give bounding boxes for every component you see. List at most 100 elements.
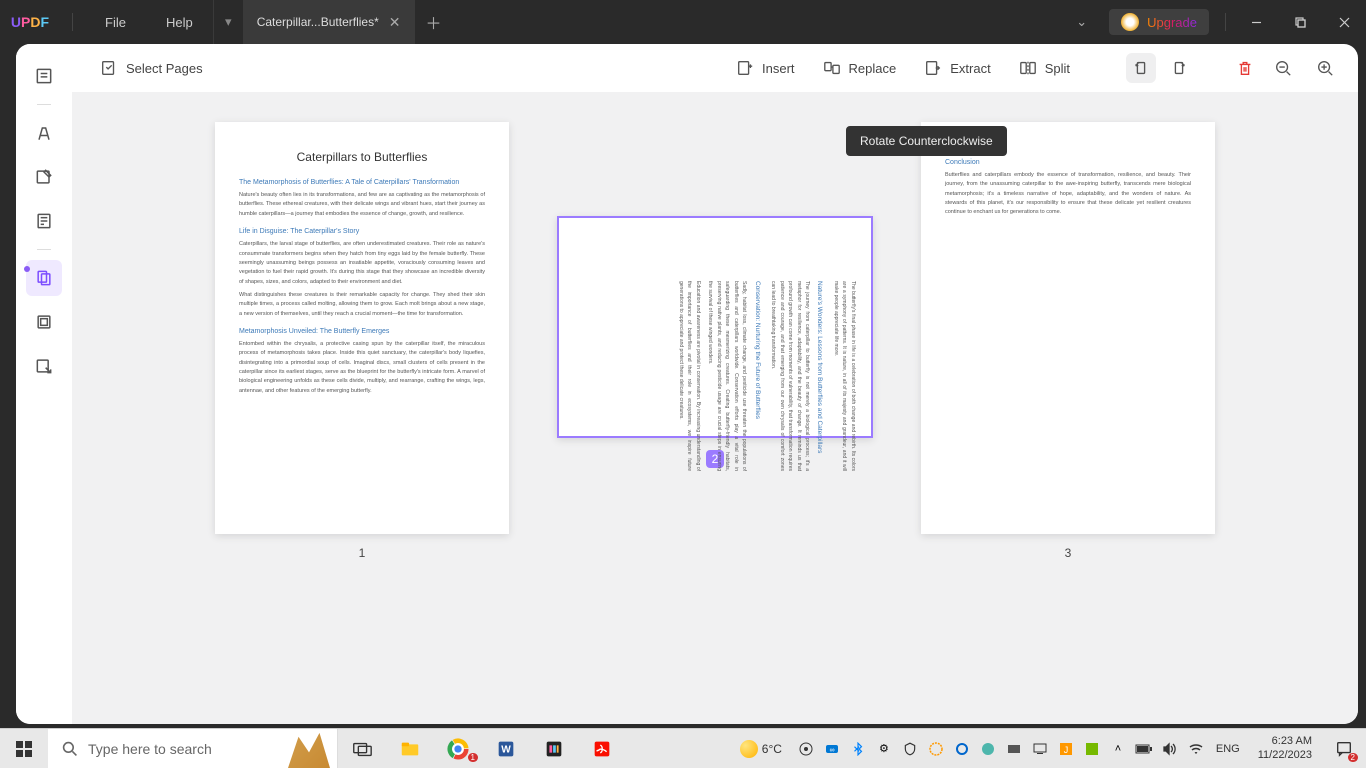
organize-pages-button[interactable]: [26, 260, 62, 296]
content-area: Select Pages Insert Replace Extract Spli…: [72, 44, 1358, 724]
search-box[interactable]: Type here to search: [48, 729, 338, 768]
tray-chevron[interactable]: ˄: [1108, 739, 1128, 759]
page-thumbnail-1[interactable]: Caterpillars to Butterflies The Metamorp…: [215, 122, 509, 534]
tab-history-button[interactable]: ▾: [213, 0, 243, 44]
rotate-cw-button[interactable]: [1164, 53, 1194, 83]
page-toolbar: Select Pages Insert Replace Extract Spli…: [72, 44, 1358, 92]
paragraph: Butterflies and caterpillars embody the …: [945, 171, 1191, 218]
tray-icon[interactable]: [926, 739, 946, 759]
titlebar-right: ⌄ Upgrade: [1062, 0, 1366, 44]
page-col-3: Conclusion Butterflies and caterpillars …: [921, 122, 1215, 560]
redact-button[interactable]: [26, 348, 62, 384]
tray-icon[interactable]: [900, 739, 920, 759]
close-tab-button[interactable]: ✕: [389, 14, 401, 31]
extract-button[interactable]: Extract: [914, 53, 1000, 83]
paragraph: Caterpillars, the larval stage of butter…: [239, 240, 485, 287]
tray-icon[interactable]: J: [1056, 739, 1076, 759]
upgrade-button[interactable]: Upgrade: [1109, 9, 1209, 35]
section-heading: Life in Disguise: The Caterpillar's Stor…: [239, 227, 485, 236]
minimize-button[interactable]: [1234, 0, 1278, 44]
tray-icon[interactable]: [978, 739, 998, 759]
bluetooth-icon[interactable]: [848, 739, 868, 759]
select-pages-button[interactable]: Select Pages: [90, 53, 213, 83]
titlebar: UPDF File Help ▾ Caterpillar...Butterfli…: [0, 0, 1366, 44]
tray-icon[interactable]: [796, 739, 816, 759]
section-heading: The Metamorphosis of Butterflies: A Tale…: [239, 178, 485, 187]
tray-icon[interactable]: [1082, 739, 1102, 759]
page-number: 1: [359, 546, 366, 560]
section-heading: Metamorphosis Unveiled: The Butterfly Em…: [239, 327, 485, 336]
tray-icon[interactable]: [1030, 739, 1050, 759]
tray-icon[interactable]: ∞: [822, 739, 842, 759]
separator: [1225, 13, 1226, 31]
date: 11/22/2023: [1258, 749, 1312, 762]
extract-label: Extract: [950, 61, 990, 76]
zoom-in-button[interactable]: [1310, 53, 1340, 83]
word-button[interactable]: W: [482, 729, 530, 768]
replace-button[interactable]: Replace: [813, 53, 907, 83]
sidebar: [16, 44, 72, 724]
document-tab[interactable]: Caterpillar...Butterflies* ✕: [243, 0, 416, 44]
page-col-2: The butterfly's final phase in life is a…: [557, 122, 873, 468]
tray-icon[interactable]: [952, 739, 972, 759]
menu-help[interactable]: Help: [146, 15, 213, 30]
upgrade-label: Upgrade: [1147, 15, 1197, 30]
tray-icon[interactable]: [1004, 739, 1024, 759]
app-logo: UPDF: [0, 14, 60, 30]
divider: [37, 104, 51, 105]
maximize-button[interactable]: [1278, 0, 1322, 44]
tray-icon[interactable]: ⚙: [874, 739, 894, 759]
start-button[interactable]: [0, 729, 48, 768]
crop-button[interactable]: [26, 304, 62, 340]
close-button[interactable]: [1322, 0, 1366, 44]
taskbar-apps: 1 W: [338, 729, 626, 768]
chrome-button[interactable]: 1: [434, 729, 482, 768]
page-thumbnails[interactable]: Caterpillars to Butterflies The Metamorp…: [72, 92, 1358, 724]
weather-widget[interactable]: 6°C: [740, 740, 782, 758]
active-indicator: [24, 266, 30, 272]
dropdown-button[interactable]: ⌄: [1062, 14, 1101, 30]
zoom-controls: [1268, 53, 1340, 83]
page-thumbnail-2-selected[interactable]: The butterfly's final phase in life is a…: [557, 216, 873, 438]
app-button[interactable]: [530, 729, 578, 768]
task-view-button[interactable]: [338, 729, 386, 768]
paragraph: Sadly, habitat loss, climate change, and…: [706, 281, 749, 471]
paragraph: Nature's beauty often lies in its transf…: [239, 191, 485, 219]
search-icon: [62, 741, 78, 757]
volume-icon[interactable]: [1160, 739, 1180, 759]
app-frame: Select Pages Insert Replace Extract Spli…: [16, 44, 1358, 724]
page-thumbnail-3[interactable]: Conclusion Butterflies and caterpillars …: [921, 122, 1215, 534]
separator: [72, 13, 73, 31]
wifi-icon[interactable]: [1186, 739, 1206, 759]
svg-text:J: J: [1064, 745, 1069, 755]
page-col-1: Caterpillars to Butterflies The Metamorp…: [215, 122, 509, 560]
lang-indicator[interactable]: ENG: [1216, 743, 1240, 755]
menu-file[interactable]: File: [85, 15, 146, 30]
rotate-ccw-button[interactable]: [1126, 53, 1156, 83]
form-button[interactable]: [26, 203, 62, 239]
divider: [37, 249, 51, 250]
search-placeholder: Type here to search: [88, 741, 212, 757]
paragraph: Entombed within the chrysalis, a protect…: [239, 340, 485, 396]
split-button[interactable]: Split: [1009, 53, 1080, 83]
delete-button[interactable]: [1230, 53, 1260, 83]
doc-title: Caterpillars to Butterflies: [239, 150, 485, 164]
new-tab-button[interactable]: ＋: [416, 0, 452, 44]
edit-button[interactable]: [26, 159, 62, 195]
notifications-button[interactable]: 2: [1326, 729, 1362, 768]
search-art: [267, 729, 337, 768]
acrobat-button[interactable]: [578, 729, 626, 768]
zoom-out-button[interactable]: [1268, 53, 1298, 83]
explorer-button[interactable]: [386, 729, 434, 768]
weather-icon: [740, 740, 758, 758]
notif-badge: 2: [1348, 753, 1358, 762]
reader-mode-button[interactable]: [26, 58, 62, 94]
insert-button[interactable]: Insert: [726, 53, 805, 83]
tooltip: Rotate Counterclockwise: [846, 126, 1007, 156]
paragraph: Education and awareness are pivotal in c…: [676, 281, 702, 471]
annotate-button[interactable]: [26, 115, 62, 151]
battery-icon[interactable]: [1134, 739, 1154, 759]
clock[interactable]: 6:23 AM 11/22/2023: [1250, 735, 1320, 761]
svg-text:W: W: [501, 744, 511, 755]
weather-temp: 6°C: [762, 742, 782, 756]
